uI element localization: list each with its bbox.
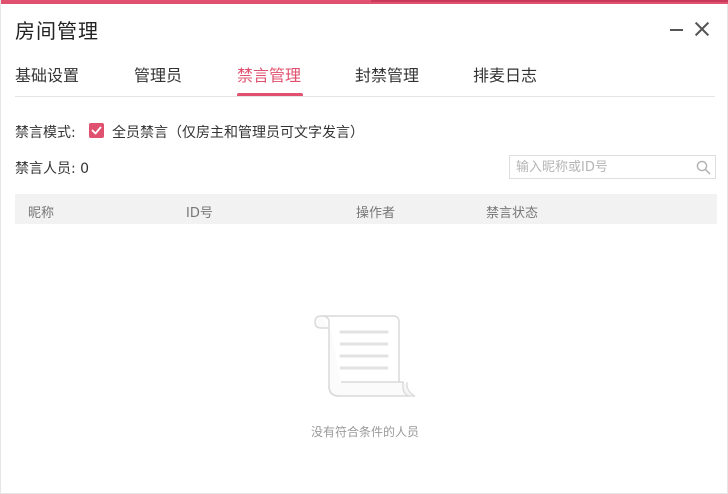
all-mute-label[interactable]: 全员禁言（仅房主和管理员可文字发言） xyxy=(112,122,364,142)
room-management-window: 房间管理 基础设置 管理员 禁言管理 封禁管理 排麦日志 禁言模式: 全员禁言（… xyxy=(0,0,728,494)
all-mute-checkbox[interactable] xyxy=(89,123,104,138)
window-top-accent-strip xyxy=(371,0,728,2)
close-button[interactable] xyxy=(691,18,713,40)
tab-ban-management[interactable]: 封禁管理 xyxy=(355,62,419,86)
scroll-document-icon xyxy=(314,315,416,397)
empty-state-message: 没有符合条件的人员 xyxy=(310,425,419,439)
search-input[interactable] xyxy=(510,156,690,178)
tab-mute-management[interactable]: 禁言管理 xyxy=(237,62,301,86)
checkmark-icon xyxy=(91,126,102,135)
column-header-operator: 操作者 xyxy=(356,206,396,221)
window-title: 房间管理 xyxy=(15,19,99,43)
tab-admins[interactable]: 管理员 xyxy=(134,62,182,86)
column-header-nickname: 昵称 xyxy=(28,206,55,221)
tabs-divider xyxy=(15,96,715,97)
mute-mode-label: 禁言模式: xyxy=(15,125,76,141)
tab-basic-settings[interactable]: 基础设置 xyxy=(15,62,79,86)
close-icon xyxy=(694,21,710,37)
search-box xyxy=(509,155,716,179)
muted-count-label: 禁言人员: 0 xyxy=(15,161,90,177)
search-icon[interactable] xyxy=(696,160,711,175)
minimize-button[interactable] xyxy=(665,18,687,40)
column-header-id: ID号 xyxy=(186,206,213,221)
column-header-mute-status: 禁言状态 xyxy=(486,206,539,221)
minimize-icon xyxy=(669,29,683,31)
tab-mic-queue-log[interactable]: 排麦日志 xyxy=(473,62,537,86)
